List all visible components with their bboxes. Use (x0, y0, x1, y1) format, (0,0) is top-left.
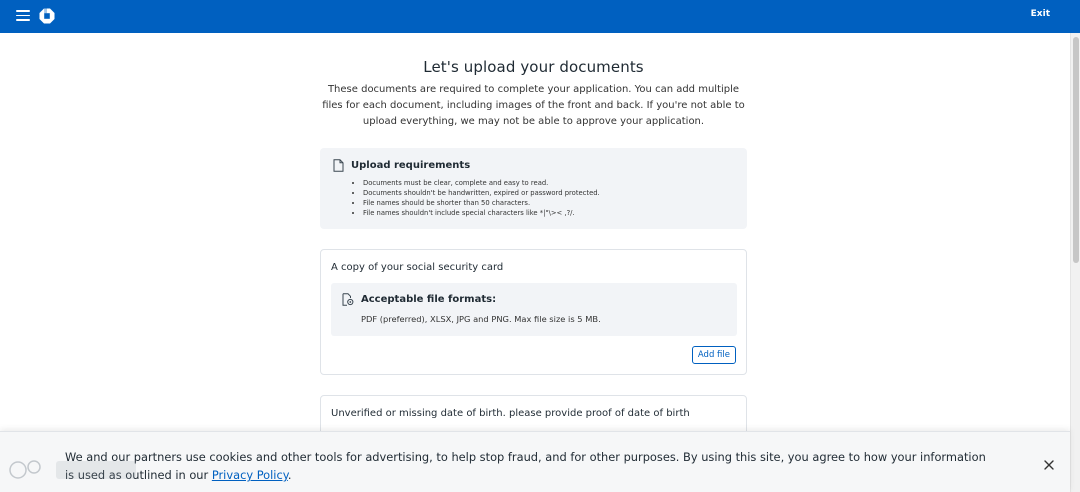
cookie-banner-text: We and our partners use cookies and othe… (65, 448, 995, 484)
acceptable-formats-text: PDF (preferred), XLSX, JPG and PNG. Max … (361, 314, 601, 324)
close-icon[interactable] (1043, 459, 1055, 471)
scrollbar-thumb[interactable] (1073, 37, 1079, 263)
document-icon (333, 159, 344, 172)
exit-link[interactable]: Exit (1031, 9, 1050, 19)
main-content: Let's upload your documents These docume… (320, 33, 747, 455)
upload-requirements-panel: Upload requirements Documents must be cl… (320, 148, 747, 229)
page-scrollbar[interactable] (1070, 33, 1080, 492)
list-item: File names should be shorter than 50 cha… (363, 198, 600, 208)
cookie-text-end: . (287, 468, 292, 482)
add-file-button[interactable]: Add file (691, 346, 736, 364)
file-settings-icon (342, 293, 354, 306)
upload-requirements-title: Upload requirements (351, 160, 471, 171)
social-security-card-upload: A copy of your social security card Acce… (320, 249, 747, 375)
card-title: A copy of your social security card (331, 262, 504, 273)
intro-paragraph: These documents are required to complete… (322, 84, 745, 127)
cookie-text-body: We and our partners use cookies and othe… (65, 450, 986, 482)
top-navigation-bar: Exit (0, 0, 1080, 33)
card-title: Unverified or missing date of birth. ple… (331, 408, 690, 419)
page-title: Let's upload your documents (423, 58, 644, 76)
acceptable-formats-panel: Acceptable file formats: PDF (preferred)… (331, 283, 737, 336)
privacy-policy-link[interactable]: Privacy Policy (212, 468, 288, 482)
hamburger-menu-icon[interactable] (16, 10, 30, 21)
list-item: File names shouldn't include special cha… (363, 208, 600, 218)
list-item: Documents must be clear, complete and ea… (363, 178, 600, 188)
octagon-logo-icon[interactable] (38, 7, 56, 25)
acceptable-formats-title: Acceptable file formats: (361, 294, 497, 305)
upload-requirements-list: Documents must be clear, complete and ea… (363, 178, 600, 218)
cookie-consent-banner: We and our partners use cookies and othe… (0, 431, 1070, 492)
list-item: Documents shouldn't be handwritten, expi… (363, 188, 600, 198)
